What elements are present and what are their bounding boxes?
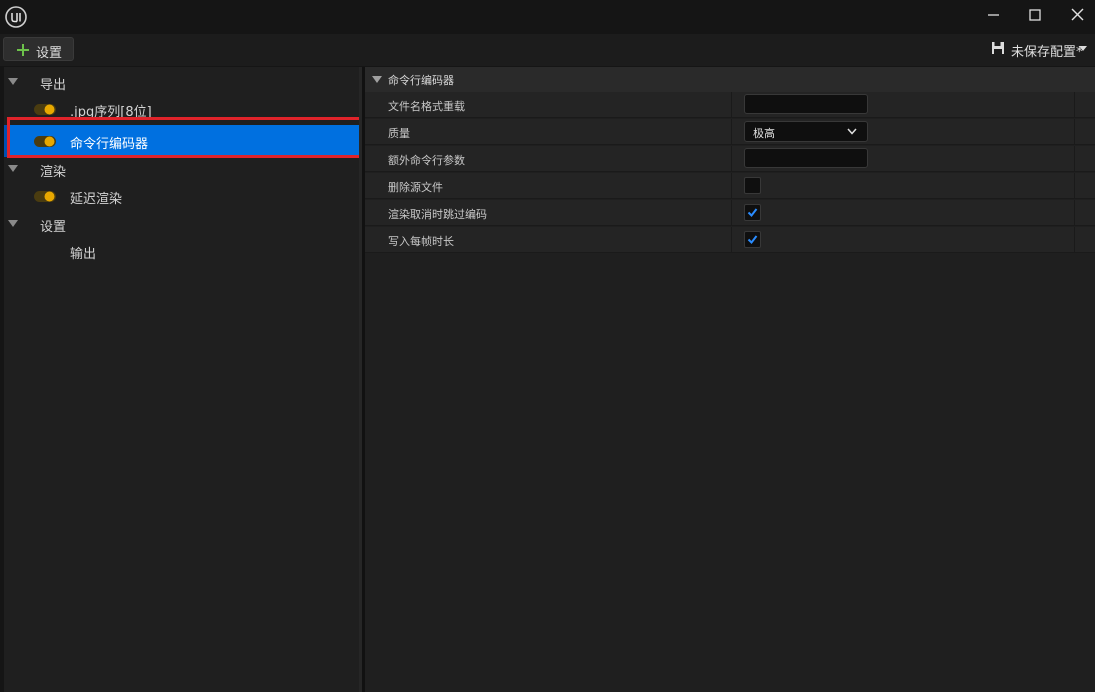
toolbar: 设置 未保存配置*	[0, 34, 1095, 66]
column-divider[interactable]	[731, 92, 732, 118]
save-icon	[992, 42, 1004, 54]
maximize-icon[interactable]	[1020, 4, 1050, 26]
quality-value: 极高	[753, 127, 775, 140]
details-category-header[interactable]: 命令行编码器	[365, 67, 1095, 92]
property-row-write-frame-duration: 写入每帧时长	[365, 227, 1095, 253]
tree-category-export[interactable]: 导出	[4, 69, 359, 95]
property-label: 渲染取消时跳过编码	[388, 208, 487, 221]
column-divider[interactable]	[731, 119, 732, 145]
preset-dropdown-button[interactable]: 未保存配置*	[991, 40, 1087, 60]
plus-icon	[17, 44, 29, 56]
property-label: 写入每帧时长	[388, 235, 454, 248]
tree-category-label: 渲染	[40, 165, 67, 180]
column-divider[interactable]	[731, 173, 732, 199]
tree-item-label: 延迟渲染	[70, 192, 123, 207]
write-frame-duration-checkbox[interactable]	[744, 231, 761, 248]
close-icon[interactable]	[1062, 4, 1092, 26]
filename-format-input[interactable]	[744, 94, 868, 114]
chevron-down-icon	[1079, 46, 1087, 51]
property-row-extra-args: 额外命令行参数	[365, 146, 1095, 172]
column-divider	[1074, 227, 1075, 253]
column-divider	[1074, 173, 1075, 199]
quality-dropdown[interactable]: 极高	[744, 121, 868, 142]
skip-encode-checkbox[interactable]	[744, 204, 761, 221]
collapse-arrow-icon[interactable]	[8, 78, 18, 86]
title-bar	[0, 0, 1095, 34]
column-divider[interactable]	[731, 200, 732, 226]
tree-item-label: 输出	[70, 247, 97, 262]
column-divider[interactable]	[731, 227, 732, 253]
column-divider	[1074, 146, 1075, 172]
delete-source-checkbox[interactable]	[744, 177, 761, 194]
property-label: 文件名格式重载	[388, 100, 465, 113]
property-row-skip-encode-on-cancel: 渲染取消时跳过编码	[365, 200, 1095, 226]
column-divider	[1074, 119, 1075, 145]
column-divider	[1074, 92, 1075, 118]
highlight-annotation	[7, 117, 363, 158]
property-row-delete-source: 删除源文件	[365, 173, 1095, 199]
checkmark-icon	[747, 208, 758, 218]
splitter-grip	[359, 67, 362, 692]
chevron-down-icon	[847, 128, 857, 135]
add-setting-button[interactable]: 设置	[3, 37, 74, 61]
column-divider[interactable]	[731, 146, 732, 172]
checkmark-icon	[747, 235, 758, 245]
settings-tree-panel: 导出 .jpg序列[8位] 命令行编码器 渲染 延迟渲染 设置 输出	[4, 67, 359, 692]
details-category-title: 命令行编码器	[388, 74, 454, 87]
tree-category-label: 设置	[40, 220, 67, 235]
collapse-arrow-icon[interactable]	[8, 165, 18, 173]
toggle-switch-icon[interactable]	[34, 191, 56, 202]
unreal-logo-icon	[5, 6, 27, 28]
property-label: 删除源文件	[388, 181, 443, 194]
column-divider	[1074, 200, 1075, 226]
add-setting-label: 设置	[36, 46, 63, 61]
property-label: 质量	[388, 127, 410, 140]
property-label: 额外命令行参数	[388, 154, 465, 167]
tree-item-output[interactable]: 输出	[4, 238, 359, 264]
tree-category-settings[interactable]: 设置	[4, 211, 359, 237]
minimize-icon[interactable]	[978, 4, 1008, 26]
property-row-filename-format: 文件名格式重载	[365, 92, 1095, 118]
extra-args-input[interactable]	[744, 148, 868, 168]
collapse-arrow-icon[interactable]	[372, 76, 382, 84]
collapse-arrow-icon[interactable]	[8, 220, 18, 228]
toggle-switch-icon[interactable]	[34, 104, 56, 115]
preset-label: 未保存配置*	[1011, 45, 1083, 60]
tree-item-deferred-render[interactable]: 延迟渲染	[4, 183, 359, 209]
details-panel: 命令行编码器 文件名格式重载 质量 极高 额外命令行参数 删除源文件 渲染取消时…	[365, 67, 1095, 692]
tree-category-render[interactable]: 渲染	[4, 156, 359, 182]
tree-category-label: 导出	[40, 78, 67, 93]
property-row-quality: 质量 极高	[365, 119, 1095, 145]
